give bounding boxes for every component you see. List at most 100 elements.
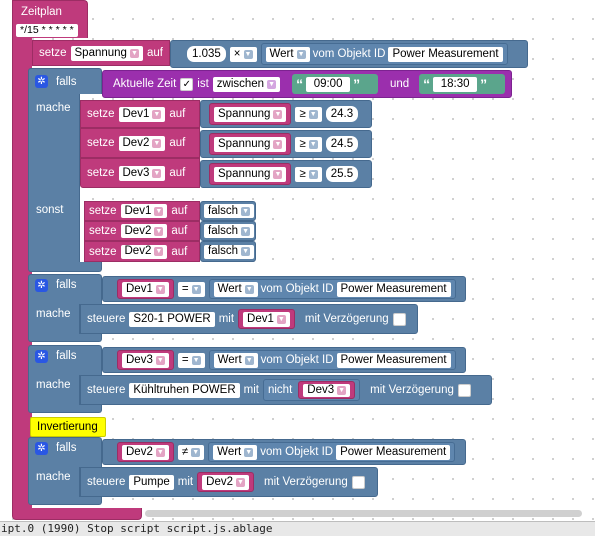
comment-block[interactable]: Invertierung [30,417,106,437]
get-var-block[interactable]: Dev3 ▼ [298,381,356,399]
get-var-block[interactable]: Dev1 ▼ [238,309,295,329]
src-dropdown[interactable]: Spannung ▼ [214,166,287,182]
get-var-block[interactable]: Dev3 ▼ [117,350,174,370]
getstate-block[interactable]: Wert ▼ vom Objekt ID Power Measurement [208,279,456,299]
cmp-dropdown[interactable]: ≥ ▼ [295,136,322,152]
get-var-block[interactable]: Spannung ▼ [209,133,292,155]
set-label: setze [89,205,117,217]
delay-checkbox[interactable] [457,383,471,397]
delay-checkbox[interactable] [392,312,406,326]
else-set-block-2[interactable]: setze Dev2 ▼ auf [84,221,200,241]
var-dropdown[interactable]: Dev1 ▼ [120,204,168,218]
var-dropdown[interactable]: Dev2 ▼ [120,244,168,259]
compare-block-2[interactable]: Spannung ▼ ≥ ▼ 24.5 [200,130,372,158]
time-to-block[interactable]: “18:30” [419,74,506,94]
var-dropdown[interactable]: Dev1 ▼ [118,106,166,122]
control-block-2[interactable]: steuere Kühltruhen POWER mit nicht Dev3 ▼ mit … [80,375,492,405]
compare-block-3[interactable]: Spannung ▼ ≥ ▼ 25.5 [200,160,372,188]
prop-dropdown[interactable]: Wert ▼ [213,444,258,460]
var-dropdown[interactable]: Dev3 ▼ [118,165,166,181]
var-spannung-dropdown[interactable]: Spannung ▼ [70,45,143,61]
cmp-dropdown[interactable]: ≥ ▼ [295,106,322,122]
gear-icon[interactable]: ✲ [35,442,48,455]
threshold-input[interactable]: 24.3 [325,106,359,122]
compare-block-1[interactable]: Spannung ▼ ≥ ▼ 24.3 [200,100,372,128]
device-field[interactable]: Pumpe [129,474,174,490]
var-dropdown[interactable]: Dev2 ▼ [118,135,166,151]
var-dropdown[interactable]: Dev2 ▼ [122,444,169,460]
object-id-field[interactable]: Power Measurement [336,444,451,460]
threshold-input[interactable]: 25.5 [325,166,359,182]
cron-field[interactable]: */15 * * * * * [16,23,78,37]
cmp-dropdown[interactable]: = ▼ [177,352,205,368]
not-block[interactable]: nicht Dev3 ▼ [262,379,361,401]
var-dropdown[interactable]: Dev3 ▼ [122,352,169,368]
condition-block-4[interactable]: Dev2 ▼ ≠ ▼ Wert ▼ vom Objekt ID Power Measureme… [102,439,466,465]
op-dropdown[interactable]: × ▼ [229,46,257,62]
schedule-cron-row[interactable]: */15 * * * * * [12,22,88,38]
bool-dropdown[interactable]: falsch ▼ [204,244,255,259]
mode-dropdown[interactable]: zwischen ▼ [212,76,281,92]
gear-icon[interactable]: ✲ [35,350,48,363]
prop-dropdown[interactable]: Wert ▼ [213,352,258,368]
condition-block-3[interactable]: Dev3 ▼ = ▼ Wert ▼ vom Objekt ID Power Measureme… [102,347,466,373]
bool-dropdown[interactable]: falsch ▼ [204,204,255,218]
if4-foot [28,497,102,505]
set-spannung-block[interactable]: setze Spannung ▼ auf [32,40,170,66]
if-block-4[interactable]: ✲ falls [28,437,102,467]
device-field[interactable]: S20-1 POWER [129,311,215,327]
getstate-block[interactable]: Wert ▼ vom Objekt ID Power Measurement [208,442,456,462]
get-var-block[interactable]: Dev2 ▼ [197,472,254,492]
set-dev-block-2[interactable]: setze Dev2 ▼ auf [80,128,200,158]
control-block-1[interactable]: steuere S20-1 POWER mit Dev1 ▼ mit Verzögerun… [80,304,418,334]
multiply-block[interactable]: 1.035 × ▼ Wert ▼ vom Objekt ID Power Measu… [170,40,528,68]
get-var-block[interactable]: Spannung ▼ [209,103,292,125]
checkbox-checked[interactable]: ✓ [180,77,194,91]
getstate-block[interactable]: Wert ▼ vom Objekt ID Power Measurement [208,350,456,370]
cmp-dropdown[interactable]: ≥ ▼ [295,166,322,182]
device-field[interactable]: Kühltruhen POWER [129,382,240,398]
bool-block-1[interactable]: falsch ▼ [200,201,256,221]
object-id-field[interactable]: Power Measurement [388,46,503,62]
set-dev-block-3[interactable]: setze Dev3 ▼ auf [80,158,200,188]
schedule-block[interactable]: Zeitplan [12,0,88,22]
get-var-block[interactable]: Spannung ▼ [209,163,292,185]
cmp-dropdown[interactable]: ≠ ▼ [177,444,205,460]
object-id-field[interactable]: Power Measurement [336,281,451,297]
time-from-input[interactable]: 09:00 [306,76,351,92]
else-set-block-3[interactable]: setze Dev2 ▼ auf [84,241,200,262]
var-dropdown[interactable]: Dev1 ▼ [122,281,169,297]
if-block-3[interactable]: ✲ falls [28,345,102,375]
gear-icon[interactable]: ✲ [35,75,48,88]
src-dropdown[interactable]: Spannung ▼ [214,136,287,152]
var-dropdown[interactable]: Dev3 ▼ [303,383,351,397]
getstate-block[interactable]: Wert ▼ vom Objekt ID Power Measurement [260,43,508,65]
object-id-field[interactable]: Power Measurement [336,352,451,368]
if-block-2[interactable]: ✲ falls [28,274,102,304]
bool-block-2[interactable]: falsch ▼ [200,221,256,241]
threshold-input[interactable]: 24.5 [325,136,359,152]
time-compare-block[interactable]: Aktuelle Zeit ✓ ist zwischen ▼ “09:00” un… [102,70,512,98]
get-var-block[interactable]: Dev1 ▼ [117,279,174,299]
src-dropdown[interactable]: Spannung ▼ [214,106,287,122]
if-block-1[interactable]: ✲ falls [28,68,102,94]
condition-block-2[interactable]: Dev1 ▼ = ▼ Wert ▼ vom Objekt ID Power Measureme… [102,276,466,302]
cmp-dropdown[interactable]: = ▼ [177,281,205,297]
prop-dropdown[interactable]: Wert ▼ [213,281,258,297]
else-set-block-1[interactable]: setze Dev1 ▼ auf [84,201,200,221]
bool-block-3[interactable]: falsch ▼ [200,241,256,262]
get-var-block[interactable]: Dev2 ▼ [117,442,174,462]
time-to-input[interactable]: 18:30 [433,76,478,92]
factor-input[interactable]: 1.035 [187,46,226,62]
control-block-3[interactable]: steuere Pumpe mit Dev2 ▼ mit Verzögerung [80,467,378,497]
var-dropdown[interactable]: Dev2 ▼ [120,224,168,238]
set-dev-block-1[interactable]: setze Dev1 ▼ auf [80,100,200,128]
time-from-block[interactable]: “09:00” [292,74,378,94]
gear-icon[interactable]: ✲ [35,279,48,292]
prop-dropdown[interactable]: Wert ▼ [265,46,310,62]
bool-dropdown[interactable]: falsch ▼ [204,224,255,238]
delay-checkbox[interactable] [351,475,365,489]
var-dropdown[interactable]: Dev2 ▼ [202,474,249,490]
var-dropdown[interactable]: Dev1 ▼ [243,311,290,327]
horizontal-scrollbar[interactable] [145,510,582,517]
